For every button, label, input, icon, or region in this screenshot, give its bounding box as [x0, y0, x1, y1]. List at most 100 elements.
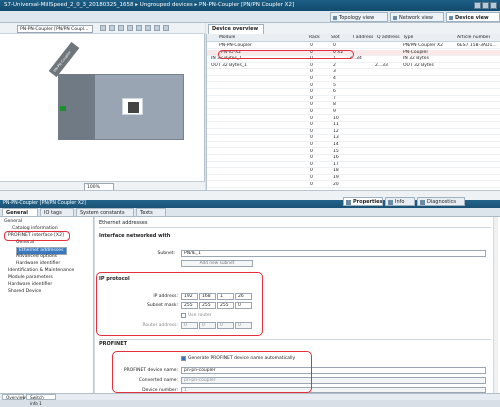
subnet-select[interactable]: PN/IE_1	[181, 250, 486, 257]
cell-type: IN 32 Bytes	[403, 56, 429, 62]
cell-rack: 0	[310, 43, 313, 48]
maximize-icon[interactable]	[482, 2, 489, 9]
cell-slot: 18	[333, 168, 339, 174]
table-row[interactable]: 03	[207, 69, 500, 76]
table-row[interactable]: 0 12	[207, 128, 500, 136]
toolbar-icon[interactable]	[100, 25, 106, 31]
cell-module: OUT 32 Bytes_1	[211, 62, 247, 68]
toolbar-icon[interactable]	[127, 25, 133, 31]
cell-type: PN-Coupler	[403, 49, 429, 55]
table-row[interactable]: 0 13	[207, 135, 500, 142]
table-row[interactable]: 0 15	[207, 149, 500, 155]
cell-slot: 19	[333, 175, 339, 180]
cell-slot: 0	[333, 43, 336, 48]
table-row[interactable]: 07	[207, 95, 500, 103]
nav-identification-maintenance[interactable]: Identification & Maintenance	[8, 268, 74, 274]
profinet-header: PROFINET	[99, 341, 128, 347]
toolbar-icon[interactable]	[136, 25, 142, 31]
tab-info[interactable]: Info	[385, 197, 415, 206]
cell-rack: 0	[310, 142, 313, 147]
cell-rack: 0	[310, 161, 313, 167]
table-row[interactable]: 0 14	[207, 142, 500, 149]
tab-topology-view[interactable]: Topology view	[330, 12, 388, 22]
cell-rack: 0	[310, 109, 313, 114]
cell-slot: 11	[333, 122, 339, 128]
view-tab-bar: Topology view Network view Device view	[0, 11, 500, 23]
cell-slot: 2	[333, 62, 336, 68]
close-icon[interactable]	[490, 2, 497, 9]
col-article[interactable]: Article number	[457, 35, 490, 41]
tab-overview[interactable]: Overview	[2, 394, 26, 400]
col-type[interactable]: Type	[403, 35, 413, 41]
cell-slot: 3	[333, 69, 336, 75]
table-row[interactable]: 0 18	[207, 168, 500, 175]
col-i-address[interactable]: I address	[353, 35, 373, 41]
col-q-address[interactable]: Q address	[377, 35, 400, 41]
nav-shared-device[interactable]: Shared Device	[8, 289, 41, 295]
toolbar-icon[interactable]	[154, 25, 160, 31]
divider	[99, 339, 491, 340]
cell-rack: 0	[310, 135, 313, 141]
device-select[interactable]: PN-PN-Coupler [PN/PN Coupl...	[17, 24, 93, 33]
cell-slot: 17	[333, 161, 339, 167]
module-slot[interactable]	[122, 98, 143, 115]
table-row[interactable]: 0 20	[207, 182, 500, 188]
tab-device-overview[interactable]: Device overview	[208, 24, 264, 34]
toolbar-icon[interactable]	[109, 25, 115, 31]
cell-rack: 0	[310, 155, 313, 161]
tab-diagnostics[interactable]: Diagnostics	[417, 197, 465, 206]
tab-switch-info[interactable]: Switch info 1	[26, 394, 56, 406]
table-row[interactable]: 09	[207, 109, 500, 116]
nav-advanced-options[interactable]: Advanced options	[16, 254, 57, 260]
tab-network-view[interactable]: Network view	[390, 12, 444, 22]
window-title: S7-Universal-MillSpeed_2_0_3_20180325_16…	[0, 0, 500, 11]
cell-slot: 14	[333, 142, 339, 147]
minimize-icon[interactable]	[474, 2, 481, 9]
tab-general[interactable]: General	[2, 208, 38, 217]
table-row[interactable]: 0 11	[207, 122, 500, 129]
tab-properties[interactable]: Properties	[343, 197, 383, 206]
nav-hardware-identifier[interactable]: Hardware identifier	[8, 282, 52, 288]
tab-system-constants[interactable]: System constants	[76, 208, 134, 217]
nav-module-parameters[interactable]: Module parameters	[8, 275, 53, 281]
tab-label: Network view	[399, 15, 433, 21]
device-icon	[449, 16, 453, 20]
toolbar-icon[interactable]	[163, 25, 169, 31]
table-row[interactable]: 05	[207, 83, 500, 89]
cell-module: PN-PN-Coupler	[219, 43, 252, 48]
tab-device-view[interactable]: Device view	[446, 12, 500, 22]
toolbar-icon[interactable]	[145, 25, 151, 31]
properties-scrollbar[interactable]	[493, 217, 498, 393]
cell-rack: 0	[310, 175, 313, 180]
table-row[interactable]: PN-PN-Coupler 0 0 PN/PN Coupler X2 6ES7 158-…	[207, 43, 500, 50]
nav-general[interactable]: General	[4, 219, 22, 225]
cell-rack: 0	[310, 122, 313, 128]
col-module[interactable]: Module	[219, 35, 235, 41]
canvas-toolbar: PN-PN-Coupler [PN/PN Coupl...	[0, 23, 205, 34]
tab-io-tags[interactable]: IO tags	[40, 208, 74, 217]
cell-rack: 0	[310, 82, 313, 88]
add-subnet-button[interactable]: Add new subnet	[181, 260, 253, 267]
topology-icon	[333, 16, 337, 20]
cell-rack: 0	[310, 62, 313, 68]
cell-slot: 20	[333, 181, 339, 187]
col-slot[interactable]: Slot	[331, 35, 340, 41]
highlight-oval	[112, 351, 312, 393]
cell-rack: 0	[310, 128, 313, 134]
tab-label: Topology view	[339, 15, 375, 21]
table-row[interactable]: 0 10	[207, 116, 500, 122]
table-row[interactable]: 06	[207, 89, 500, 96]
table-row[interactable]: 08	[207, 102, 500, 109]
table-row[interactable]: 0 16	[207, 155, 500, 162]
table-row[interactable]: 0 17	[207, 161, 500, 169]
table-row[interactable]: 04	[207, 76, 500, 83]
tab-texts[interactable]: Texts	[136, 208, 166, 217]
canvas-statusbar: 100%	[0, 181, 205, 191]
cell-rack: 0	[310, 95, 313, 101]
table-row[interactable]: 0 19	[207, 175, 500, 182]
nav-interface-hardware-identifier[interactable]: Hardware identifier	[16, 261, 60, 267]
subnet-label: Subnet:	[157, 251, 175, 256]
table-row[interactable]: OUT 32 Bytes_1 0 2 2...33 OUT 32 Bytes	[207, 62, 500, 70]
col-rack[interactable]: Rack	[309, 35, 320, 41]
toolbar-icon[interactable]	[118, 25, 124, 31]
